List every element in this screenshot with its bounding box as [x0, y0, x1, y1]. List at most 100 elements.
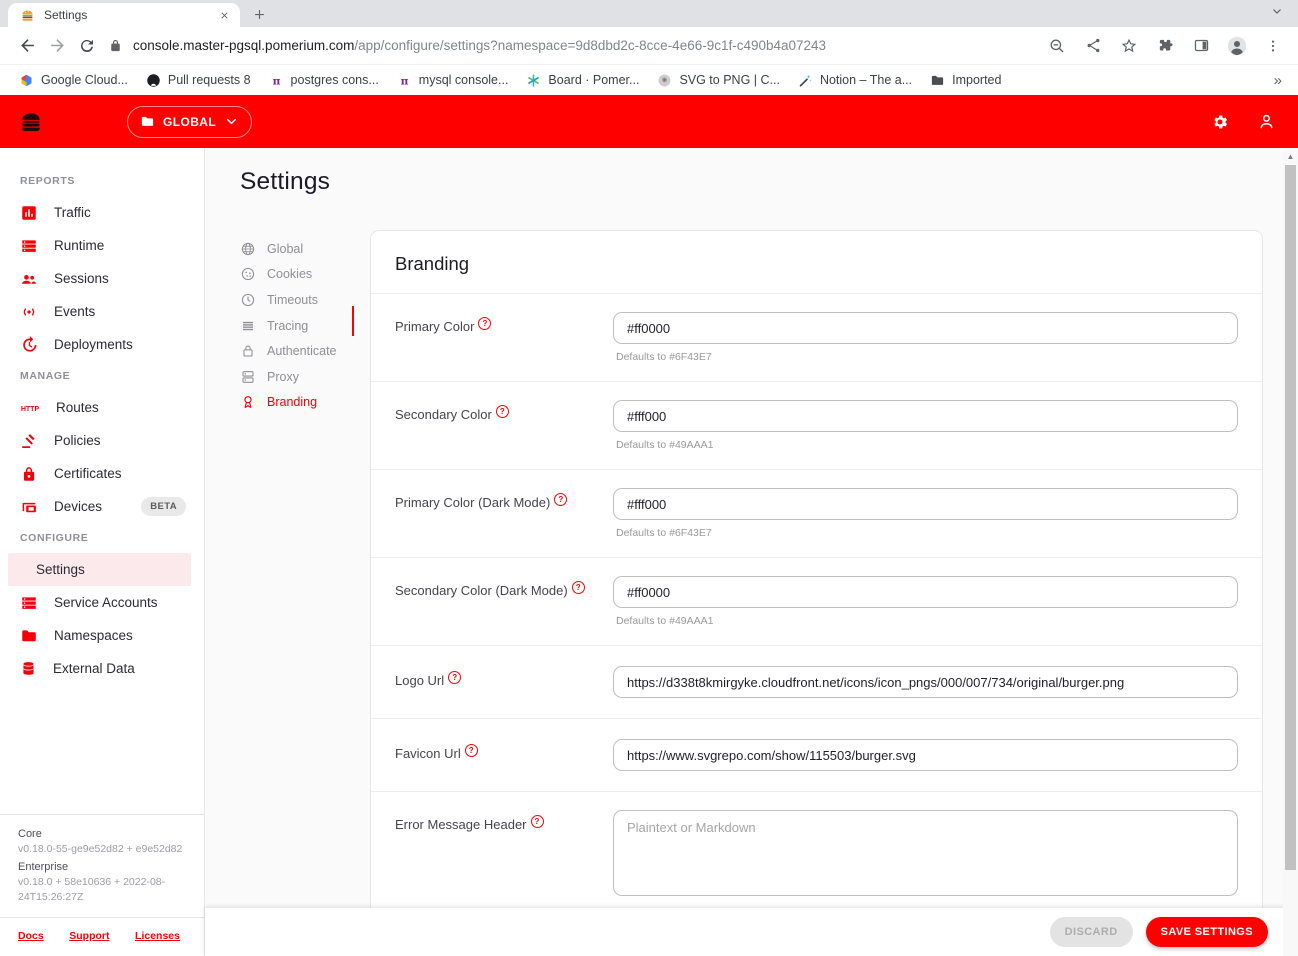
field-label: Favicon Url?: [395, 739, 613, 762]
help-icon[interactable]: ?: [464, 744, 478, 757]
bookmark-svg-to-png-c[interactable]: SVG to PNG | C...: [648, 70, 789, 91]
secondary-color-dark-mode-input[interactable]: [613, 576, 1238, 608]
footer-link-docs[interactable]: Docs: [18, 930, 44, 942]
address-bar[interactable]: console.master-pgsql.pomerium.com/app/co…: [108, 38, 1042, 53]
sidebar-item-sessions[interactable]: Sessions: [0, 262, 204, 295]
tab-close-icon[interactable]: [216, 7, 232, 23]
tab-title: Settings: [44, 8, 88, 22]
sidebar-item-label: Deployments: [54, 337, 133, 352]
save-settings-button[interactable]: SAVE SETTINGS: [1145, 917, 1268, 947]
forward-icon[interactable]: [42, 31, 72, 61]
sidebar-item-traffic[interactable]: Traffic: [0, 196, 204, 229]
sidebar-section-manage: MANAGE: [20, 370, 71, 382]
reload-icon[interactable]: [72, 31, 102, 61]
help-icon[interactable]: ?: [571, 581, 585, 594]
help-icon[interactable]: ?: [495, 405, 509, 418]
settings-tab-proxy[interactable]: Proxy: [240, 364, 352, 390]
bookmark-star-icon[interactable]: [1114, 31, 1144, 61]
new-tab-button[interactable]: [246, 1, 272, 27]
sidebar-item-certificates[interactable]: Certificates: [0, 457, 204, 490]
error-message-header-input[interactable]: [613, 810, 1238, 896]
field-label: Logo Url?: [395, 666, 613, 689]
sidebar-item-runtime[interactable]: Runtime: [0, 229, 204, 262]
settings-tab-branding[interactable]: Branding: [240, 390, 352, 416]
settings-tab-timeouts[interactable]: Timeouts: [240, 287, 352, 313]
settings-tab-cookies[interactable]: Cookies: [240, 262, 352, 288]
url-text: console.master-pgsql.pomerium.com/app/co…: [133, 38, 827, 53]
help-icon[interactable]: ?: [530, 815, 544, 828]
help-icon[interactable]: ?: [478, 317, 492, 330]
footer-link-licenses[interactable]: Licenses: [135, 930, 180, 942]
user-account-icon[interactable]: [1257, 112, 1276, 131]
settings-tab-label: Global: [267, 241, 304, 256]
sidebar-item-external-data[interactable]: External Data: [0, 652, 204, 685]
bookmark-mysql-console[interactable]: π mysql console...: [388, 70, 518, 91]
secondary-color-input[interactable]: [613, 400, 1238, 432]
sidebar-item-label: Sessions: [54, 271, 109, 286]
primary-color-dark-mode-input[interactable]: [613, 488, 1238, 520]
cookie-icon: [240, 266, 256, 282]
bookmark-label: postgres cons...: [290, 73, 379, 87]
policies-icon: [20, 432, 38, 450]
back-icon[interactable]: [12, 31, 42, 61]
bookmark-notion-the-a[interactable]: Notion – The a...: [789, 70, 921, 91]
field-label: Primary Color?: [395, 312, 613, 335]
browser-toolbar: console.master-pgsql.pomerium.com/app/co…: [0, 27, 1298, 65]
field-label: Primary Color (Dark Mode)?: [395, 488, 613, 511]
settings-nav: Global Cookies Timeouts Tracing Authenticate…: [240, 230, 354, 416]
sidebar-item-deployments[interactable]: Deployments: [0, 328, 204, 361]
favicon-url-input[interactable]: [613, 739, 1238, 771]
svg-text:π: π: [272, 74, 280, 87]
sidebar-item-label: Runtime: [54, 238, 105, 253]
active-tab-indicator: [351, 306, 354, 336]
field-row-logo-url: Logo Url?: [371, 646, 1262, 719]
primary-color-input[interactable]: [613, 312, 1238, 344]
app-bar: GLOBAL: [0, 95, 1298, 148]
svg-text:HTTP: HTTP: [21, 405, 40, 412]
field-helper-text: Defaults to #6F43E7: [616, 351, 712, 363]
scrollbar-up-arrow[interactable]: ▲: [1283, 148, 1298, 164]
tracing-icon: [240, 318, 256, 334]
footer-link-support[interactable]: Support: [69, 930, 109, 942]
logo-url-input[interactable]: [613, 666, 1238, 698]
bookmark-google-cloud[interactable]: Google Cloud...: [10, 70, 137, 91]
sidebar-item-devices[interactable]: Devices BETA: [0, 490, 204, 523]
bookmark-postgres-cons[interactable]: π postgres cons...: [260, 70, 388, 91]
scrollbar-thumb[interactable]: [1285, 165, 1296, 870]
field-label: Secondary Color (Dark Mode)?: [395, 576, 613, 599]
bookmark-label: Board · Pomer...: [548, 73, 640, 87]
settings-tab-authenticate[interactable]: Authenticate: [240, 338, 352, 364]
tab-search-chevron-icon[interactable]: [1270, 4, 1284, 18]
page-title: Settings: [240, 168, 331, 195]
menu-kebab-icon[interactable]: [1258, 31, 1288, 61]
discard-button[interactable]: DISCARD: [1049, 917, 1133, 947]
share-icon[interactable]: [1078, 31, 1108, 61]
bookmarks-overflow-chevron[interactable]: »: [1266, 72, 1290, 89]
extensions-icon[interactable]: [1150, 31, 1180, 61]
settings-tab-tracing[interactable]: Tracing: [240, 313, 352, 339]
field-helper-text: Defaults to #6F43E7: [616, 527, 712, 539]
sidebar-item-policies[interactable]: Policies: [0, 424, 204, 457]
sidebar-item-routes[interactable]: HTTP Routes: [0, 391, 204, 424]
sidebar-item-service-accounts[interactable]: Service Accounts: [0, 586, 204, 619]
bookmark-board-pomer[interactable]: Board · Pomer...: [517, 70, 648, 91]
settings-tab-global[interactable]: Global: [240, 236, 352, 262]
bookmark-imported[interactable]: Imported: [921, 70, 1010, 91]
bookmark-pull-requests-8[interactable]: Pull requests 8: [137, 70, 260, 91]
namespace-selector[interactable]: GLOBAL: [127, 105, 253, 138]
pinwheel-icon: [526, 73, 541, 88]
profile-avatar[interactable]: [1222, 31, 1252, 61]
help-icon[interactable]: ?: [448, 671, 462, 684]
zoom-indicator-icon[interactable]: [1042, 31, 1072, 61]
sidebar-item-namespaces[interactable]: Namespaces: [0, 619, 204, 652]
core-label: Core: [18, 828, 42, 841]
vertical-scrollbar[interactable]: ▲: [1283, 148, 1298, 956]
side-panel-icon[interactable]: [1186, 31, 1216, 61]
help-icon[interactable]: ?: [554, 493, 568, 506]
sidebar-item-settings[interactable]: Settings: [8, 553, 191, 586]
bookmark-label: mysql console...: [418, 73, 509, 87]
external-data-icon: [20, 660, 37, 677]
sidebar-item-events[interactable]: Events: [0, 295, 204, 328]
settings-gear-icon[interactable]: [1211, 113, 1229, 131]
browser-tab[interactable]: Settings: [8, 3, 240, 27]
